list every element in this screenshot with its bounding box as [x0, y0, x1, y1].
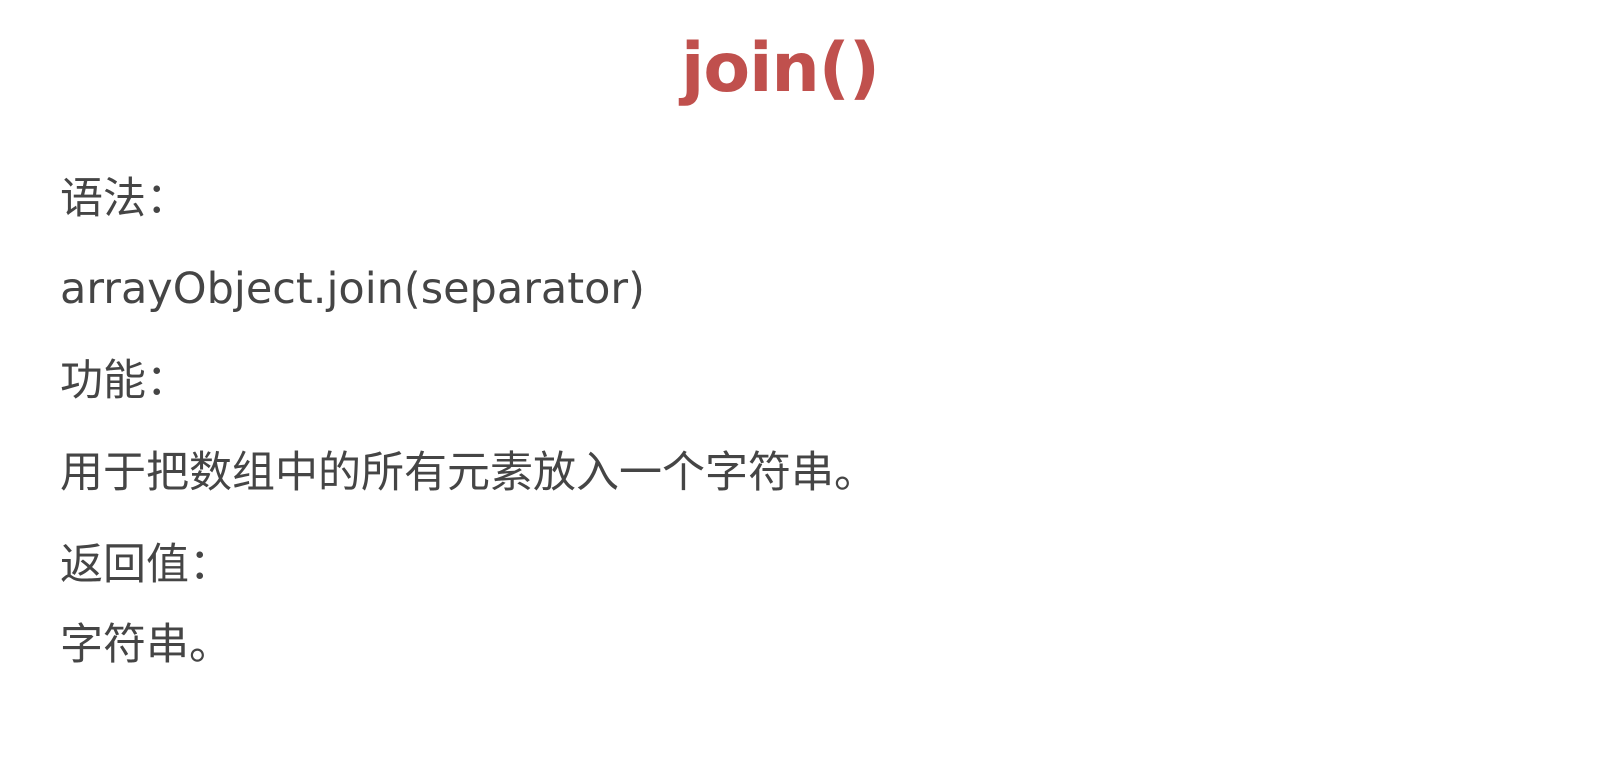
- return-description: 字符串。: [60, 620, 232, 670]
- syntax-code: arrayObject.join(separator): [60, 264, 645, 314]
- slide-page: join() 语法： arrayObject.join(separator) 功…: [0, 0, 1622, 760]
- function-description: 用于把数组中的所有元素放入一个字符串。: [60, 448, 877, 498]
- return-label: 返回值：: [60, 540, 232, 590]
- function-label: 功能：: [60, 356, 189, 406]
- syntax-label: 语法：: [60, 174, 189, 224]
- page-title: join(): [681, 29, 880, 108]
